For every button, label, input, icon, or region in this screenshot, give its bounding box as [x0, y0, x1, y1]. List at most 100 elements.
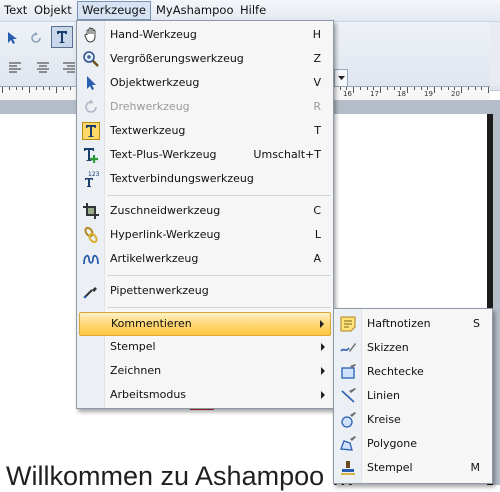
submenu-arrow-icon — [321, 391, 325, 399]
ruler-tick — [407, 87, 408, 93]
line-icon — [341, 388, 356, 403]
menu-item-zuschneidwerkzeug[interactable]: Zuschneidwerkzeug C — [79, 200, 331, 222]
text-link-icon: 123 — [85, 171, 100, 187]
chevron-down-icon — [337, 76, 345, 80]
ruler-tick — [461, 87, 462, 93]
ruler-tick — [441, 87, 442, 90]
menu-item-label: Skizzen — [367, 341, 409, 354]
menu-item-textwerkzeug[interactable]: Textwerkzeug T — [79, 120, 331, 142]
ruler-tick — [56, 87, 57, 93]
menu-item-shortcut: R — [313, 100, 321, 113]
magnifier-icon — [83, 51, 99, 67]
menu-item-hyperlink-werkzeug[interactable]: Hyperlink-Werkzeug L — [79, 224, 331, 246]
sticky-note-icon — [340, 316, 356, 332]
ruler-tick — [367, 87, 368, 90]
menu-item-label: Hyperlink-Werkzeug — [110, 228, 221, 241]
ruler-tick — [400, 87, 401, 90]
menu-item-text-plus-werkzeug[interactable]: Text-Plus-Werkzeug Umschalt+T — [79, 144, 331, 166]
menu-item-shortcut: H — [312, 28, 321, 41]
menu-item-label: Pipettenwerkzeug — [110, 284, 209, 297]
submenu-item-skizzen[interactable]: Skizzen — [336, 337, 490, 359]
submenu-arrow-icon — [321, 367, 325, 375]
submenu-item-haftnotizen[interactable]: Haftnotizen S — [336, 313, 490, 335]
menu-item-vergroesserungswerkzeug[interactable]: Vergrößerungswerkzeug Z — [79, 48, 331, 70]
ruler-tick — [414, 87, 415, 90]
menu-objekt[interactable]: Objekt — [30, 2, 76, 19]
ruler-tick — [434, 87, 435, 93]
menu-item-label: Drehwerkzeug — [110, 100, 190, 113]
submenu-item-rechtecke[interactable]: Rechtecke — [336, 361, 490, 383]
menu-item-textverbindungswerkzeug[interactable]: 123 Textverbindungswerkzeug — [79, 168, 331, 190]
polygon-icon — [340, 436, 356, 451]
menu-item-label: Polygone — [367, 437, 417, 450]
text-tool-button[interactable] — [51, 26, 73, 48]
menu-item-label: Artikelwerkzeug — [110, 252, 199, 265]
menu-item-objektwerkzeug[interactable]: Objektwerkzeug V — [79, 72, 331, 94]
ruler-tick — [488, 87, 489, 93]
menu-myashampoo[interactable]: MyAshampoo — [152, 2, 238, 19]
menu-item-kommentieren[interactable]: Kommentieren — [79, 312, 331, 336]
ruler-tick — [373, 87, 374, 90]
menu-item-label: Textwerkzeug — [110, 124, 186, 137]
menu-item-shortcut: Umschalt+T — [253, 148, 321, 161]
menu-item-label: Hand-Werkzeug — [110, 28, 197, 41]
menu-item-hand-werkzeug[interactable]: Hand-Werkzeug H — [79, 24, 331, 46]
eyedropper-icon — [83, 287, 97, 299]
ruler-tick — [29, 87, 30, 93]
submenu-item-polygone[interactable]: Polygone — [336, 433, 490, 455]
menu-item-zeichnen[interactable]: Zeichnen — [79, 360, 331, 382]
menu-item-label: Arbeitsmodus — [110, 388, 187, 401]
menu-item-label: Kreise — [367, 413, 401, 426]
kommentieren-submenu: Haftnotizen S Skizzen Rechtecke Linien K… — [333, 308, 493, 484]
page-gutter-right — [493, 114, 500, 485]
align-center-icon — [37, 62, 49, 73]
menu-werkzeuge[interactable]: Werkzeuge — [77, 1, 151, 20]
ruler-tick — [387, 87, 388, 90]
menu-hilfe[interactable]: Hilfe — [236, 2, 270, 19]
submenu-item-kreise[interactable]: Kreise — [336, 409, 490, 431]
ruler-tick — [448, 87, 449, 90]
align-center-button[interactable] — [32, 57, 54, 79]
ruler-tick — [481, 87, 482, 90]
werkzeuge-menu: Hand-Werkzeug H Vergrößerungswerkzeug Z … — [76, 20, 334, 409]
align-left-button[interactable] — [4, 57, 26, 79]
document-heading[interactable]: Willkommen zu Ashampoo ... — [6, 461, 354, 492]
ruler-tick — [36, 87, 37, 90]
align-left-icon — [9, 62, 21, 73]
menu-item-drehwerkzeug: Drehwerkzeug R — [79, 96, 331, 118]
rectangle-icon — [341, 364, 356, 379]
text-tool-icon — [57, 31, 67, 43]
submenu-item-linien[interactable]: Linien — [336, 385, 490, 407]
ruler-tick — [70, 87, 71, 90]
ruler-tick — [340, 87, 341, 90]
ruler-tick — [346, 87, 347, 90]
font-size-dropdown-button[interactable] — [334, 69, 348, 87]
select-tool-button[interactable] — [1, 27, 23, 49]
menu-item-arbeitsmodus[interactable]: Arbeitsmodus — [79, 384, 331, 406]
menu-item-shortcut: C — [313, 204, 321, 217]
menu-text[interactable]: Text — [0, 2, 31, 19]
ruler-tick — [454, 87, 455, 90]
submenu-item-stempel[interactable]: Stempel M — [336, 457, 490, 479]
menu-item-stempel[interactable]: Stempel — [79, 336, 331, 358]
menu-item-artikelwerkzeug[interactable]: Artikelwerkzeug A — [79, 248, 331, 270]
ruler-tick — [475, 87, 476, 90]
ruler-number: 18 — [397, 90, 406, 98]
menu-item-label: Text-Plus-Werkzeug — [110, 148, 217, 161]
menu-item-shortcut: A — [313, 252, 321, 265]
ruler-tick — [49, 87, 50, 90]
submenu-arrow-icon — [321, 343, 325, 351]
rotate-tool-button[interactable] — [25, 27, 47, 49]
menu-item-label: Vergrößerungswerkzeug — [110, 52, 244, 65]
circle-icon — [341, 412, 356, 428]
ruler-tick — [360, 87, 361, 90]
submenu-arrow-icon — [320, 320, 324, 328]
menu-item-shortcut: V — [313, 76, 321, 89]
menu-item-pipettenwerkzeug[interactable]: Pipettenwerkzeug — [79, 280, 331, 302]
menu-item-shortcut: M — [470, 461, 481, 474]
sketch-icon — [340, 343, 356, 352]
text-plus-icon — [84, 148, 98, 163]
ruler-tick — [2, 87, 3, 93]
menu-item-shortcut: L — [314, 228, 321, 241]
ruler-tick — [353, 87, 354, 93]
